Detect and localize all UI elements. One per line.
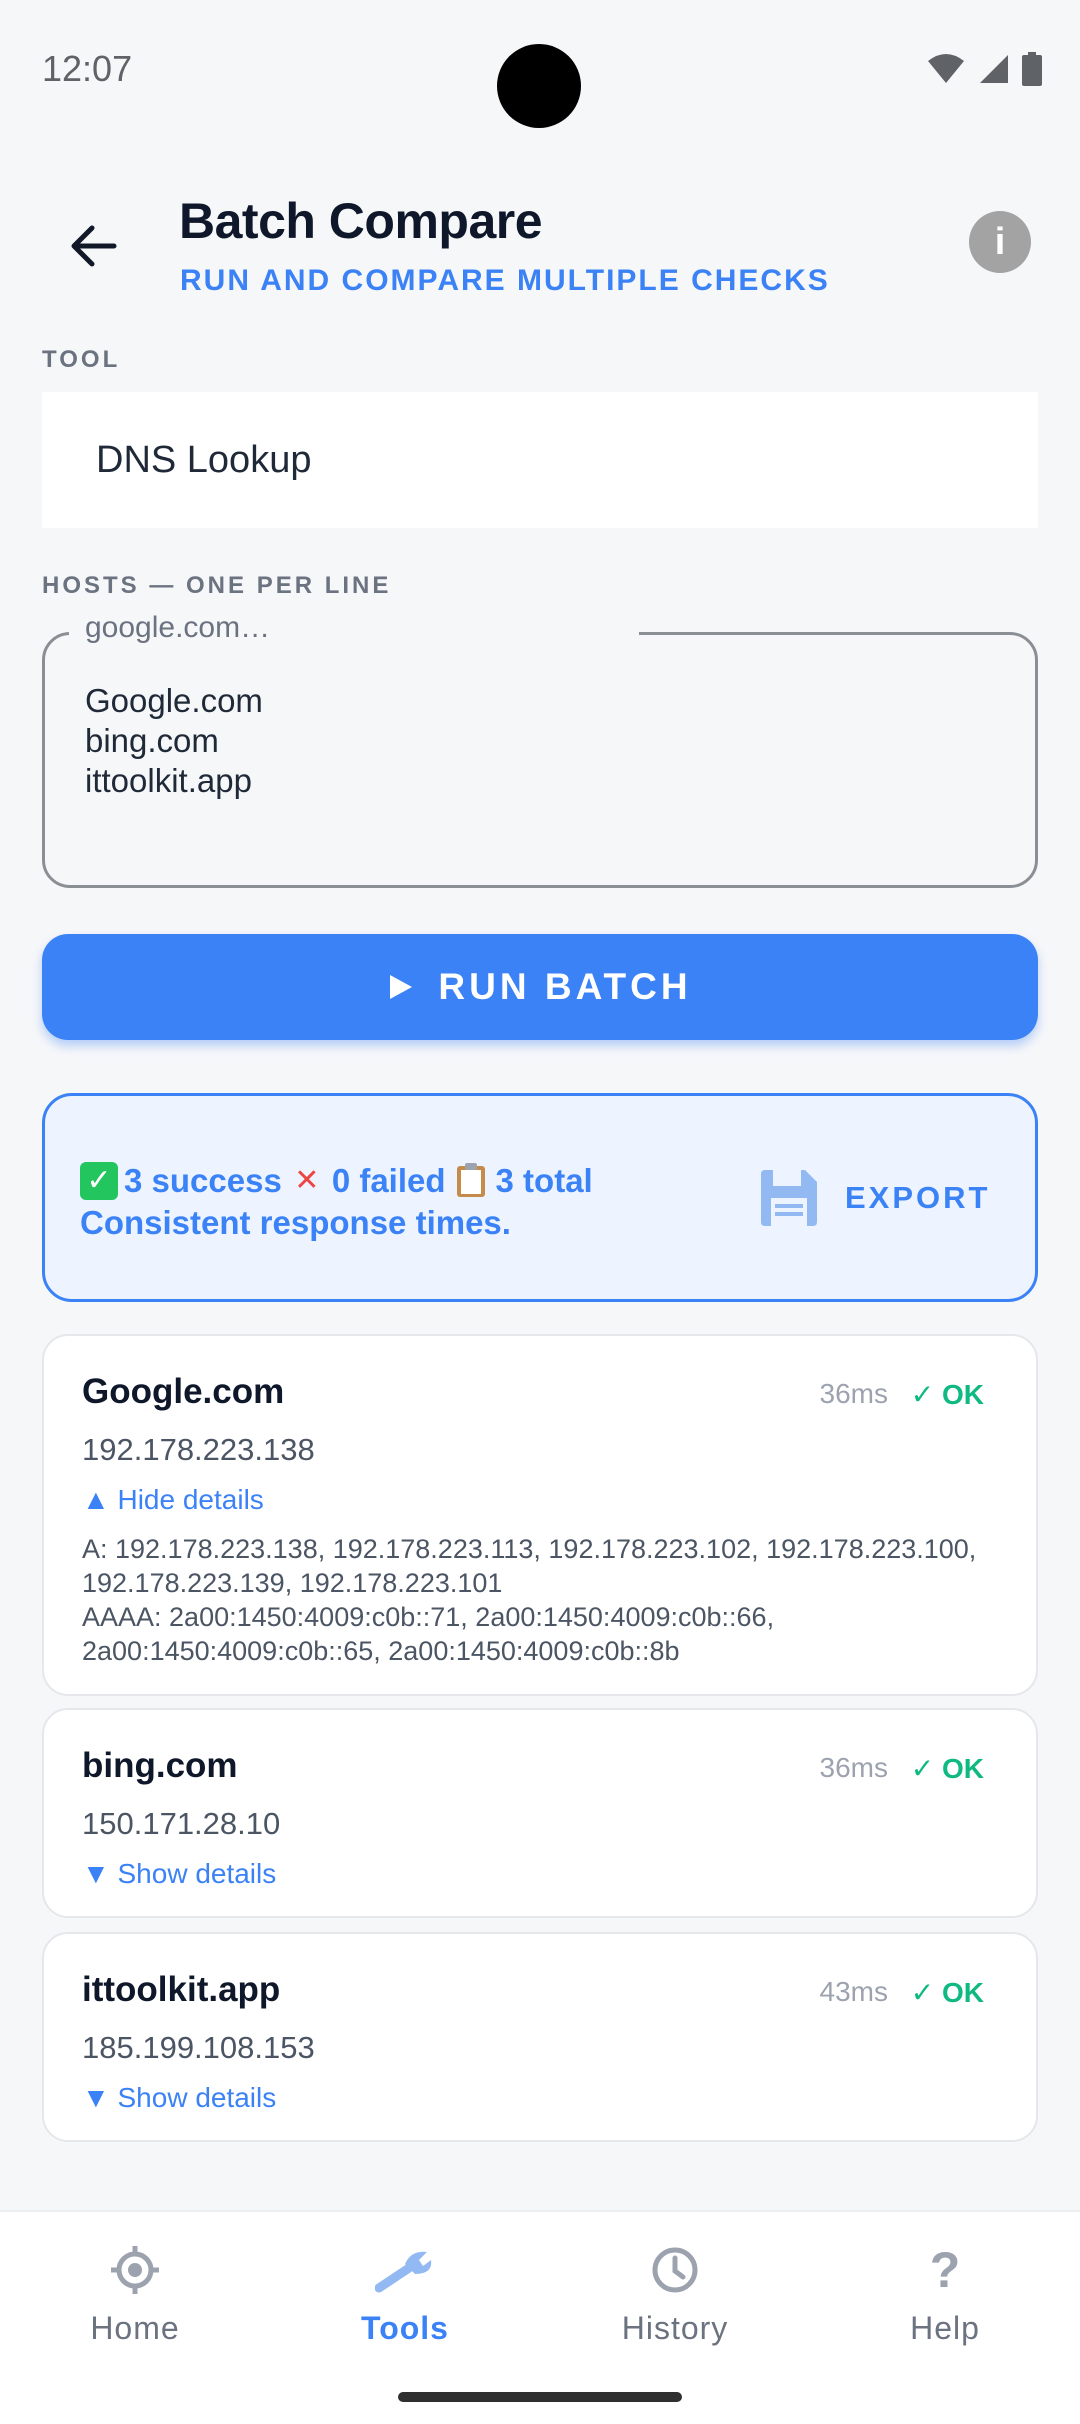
battery-icon xyxy=(1022,52,1042,86)
export-button[interactable]: EXPORT xyxy=(757,1166,990,1230)
tool-select[interactable]: DNS Lookup xyxy=(42,392,1038,528)
show-details-toggle[interactable]: ▼ Show details xyxy=(82,2082,276,2114)
result-host: Google.com xyxy=(82,1372,285,1411)
home-indicator xyxy=(398,2392,682,2402)
result-host: ittoolkit.app xyxy=(82,1970,281,2009)
tool-select-value: DNS Lookup xyxy=(96,438,312,481)
result-card: bing.com 36ms ✓ OK 150.171.28.10 ▼ Show … xyxy=(42,1708,1038,1918)
tool-label: TOOL xyxy=(42,346,121,373)
export-label: EXPORT xyxy=(845,1180,991,1215)
camera-cutout xyxy=(497,44,581,128)
wrench-icon xyxy=(375,2242,435,2298)
result-ip: 192.178.223.138 xyxy=(82,1432,315,1467)
status-icons xyxy=(926,52,1042,86)
result-time: 36ms xyxy=(819,1378,888,1409)
result-status-badge: ✓ OK xyxy=(910,1379,984,1410)
info-button[interactable]: i xyxy=(969,211,1031,273)
failed-count: 0 failed xyxy=(331,1162,446,1199)
hosts-value: Google.com bing.com ittoolkit.app xyxy=(85,682,263,799)
result-ip: 185.199.108.153 xyxy=(82,2030,315,2065)
result-card: ittoolkit.app 43ms ✓ OK 185.199.108.153 … xyxy=(42,1932,1038,2142)
bottom-nav: Home Tools History ? Help xyxy=(0,2210,1080,2424)
result-time: 43ms xyxy=(819,1976,888,2007)
signal-icon xyxy=(980,55,1008,83)
run-batch-button[interactable]: RUN BATCH xyxy=(42,934,1038,1040)
nav-label-home: Home xyxy=(90,2310,180,2346)
clipboard-emoji-icon xyxy=(452,1162,490,1200)
nav-label-tools: Tools xyxy=(361,2310,449,2346)
result-status-badge: ✓ OK xyxy=(910,1753,984,1784)
nav-item-tools[interactable]: Tools xyxy=(270,2212,540,2372)
result-status-badge: ✓ OK xyxy=(910,1977,984,2008)
status-time: 12:07 xyxy=(42,48,133,89)
save-icon xyxy=(761,1170,817,1226)
run-batch-label: RUN BATCH xyxy=(438,966,692,1007)
nav-label-history: History xyxy=(621,2310,729,2346)
result-host: bing.com xyxy=(82,1746,238,1785)
total-count: 3 total xyxy=(495,1162,593,1199)
summary-panel: ✓ 3 success ✕ 0 failed 3 total Consisten… xyxy=(42,1093,1038,1302)
check-emoji-icon: ✓ xyxy=(80,1162,118,1200)
hide-details-toggle[interactable]: ▲ Hide details xyxy=(82,1484,264,1516)
arrow-left-icon xyxy=(71,225,117,267)
info-icon: i xyxy=(994,220,1006,263)
result-ip: 150.171.28.10 xyxy=(82,1806,281,1841)
hosts-label: HOSTS — ONE PER LINE xyxy=(42,572,392,599)
hosts-placeholder: google.com… xyxy=(73,611,283,645)
back-button[interactable] xyxy=(58,210,130,282)
nav-item-home[interactable]: Home xyxy=(0,2212,270,2372)
result-details: A: 192.178.223.138, 192.178.223.113, 192… xyxy=(82,1534,977,1666)
page-title: Batch Compare xyxy=(179,193,543,249)
show-details-toggle[interactable]: ▼ Show details xyxy=(82,1858,276,1890)
result-card: Google.com 36ms ✓ OK 192.178.223.138 ▲ H… xyxy=(42,1334,1038,1696)
summary-note: Consistent response times. xyxy=(80,1204,511,1241)
success-count: 3 success xyxy=(124,1162,282,1199)
app-header: Batch Compare RUN AND COMPARE MULTIPLE C… xyxy=(0,180,1080,310)
nav-item-help[interactable]: ? Help xyxy=(810,2212,1080,2372)
nav-item-history[interactable]: History xyxy=(540,2212,810,2372)
hosts-textarea[interactable]: google.com… Google.com bing.com ittoolki… xyxy=(42,611,1038,888)
nav-label-help: Help xyxy=(910,2310,980,2346)
summary-counts: ✓ 3 success ✕ 0 failed 3 total xyxy=(80,1162,593,1200)
question-icon: ? xyxy=(929,2242,961,2298)
status-bar: 12:07 xyxy=(0,0,1080,140)
result-time: 36ms xyxy=(819,1752,888,1783)
cross-emoji-icon: ✕ xyxy=(294,1164,320,1197)
crosshair-icon xyxy=(111,2242,159,2298)
wifi-icon xyxy=(928,54,964,83)
play-icon xyxy=(390,975,413,999)
clock-icon xyxy=(651,2242,699,2298)
page-subtitle: RUN AND COMPARE MULTIPLE CHECKS xyxy=(180,264,830,297)
